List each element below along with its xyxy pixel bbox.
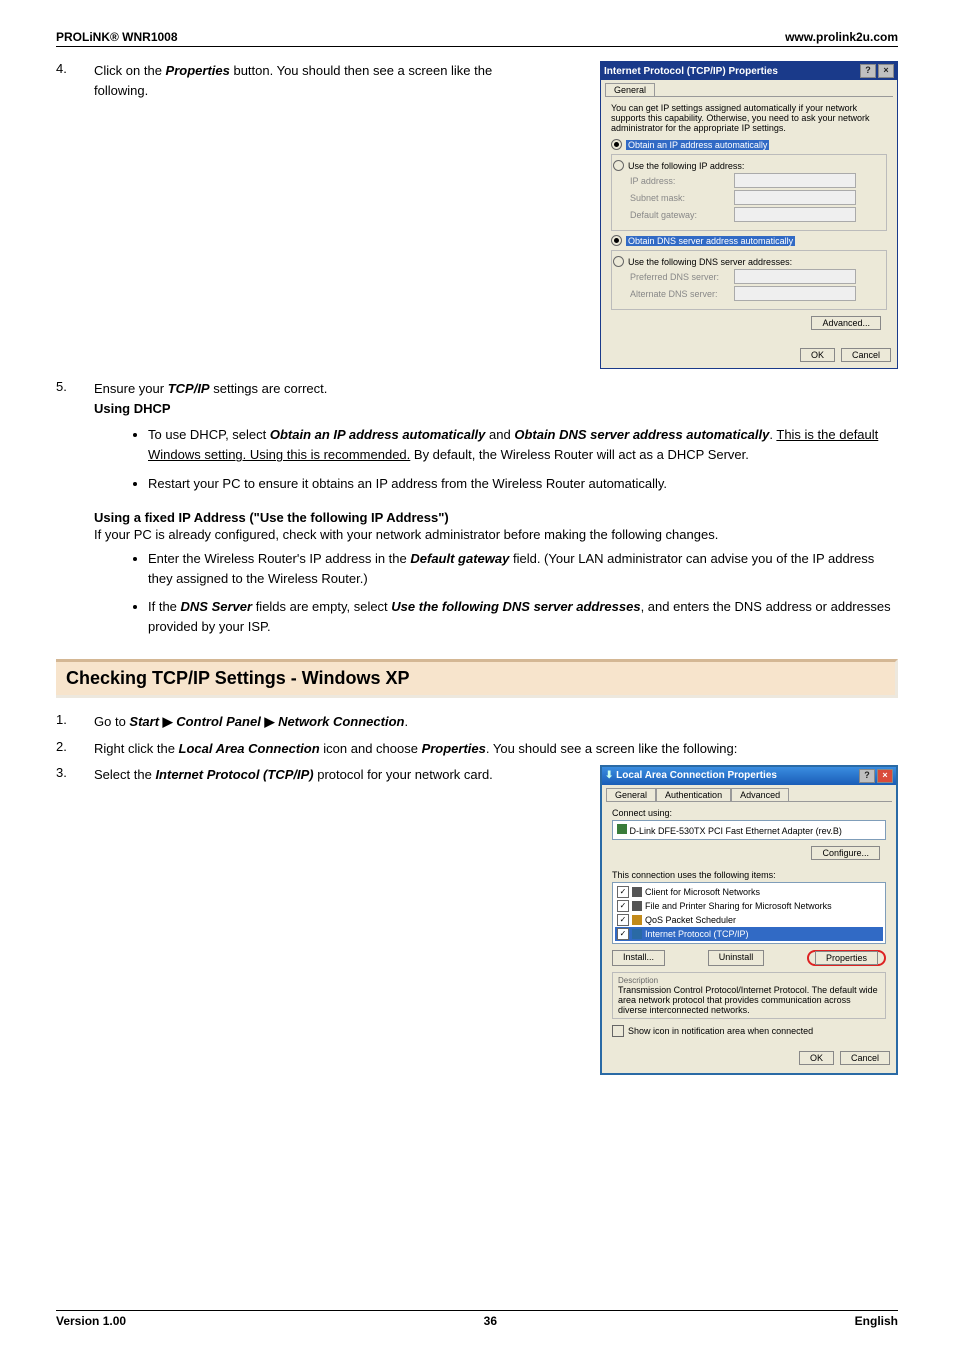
advanced-button[interactable]: Advanced... xyxy=(811,316,881,330)
ok-button[interactable]: OK xyxy=(800,348,835,362)
fps-icon xyxy=(632,901,642,911)
description-label: Description xyxy=(618,976,880,985)
radio-use-following-ip[interactable] xyxy=(613,160,624,171)
section-heading: Checking TCP/IP Settings - Windows XP xyxy=(56,659,898,698)
using-dhcp-heading: Using DHCP xyxy=(94,401,171,416)
dialog2-title: Local Area Connection Properties xyxy=(616,770,777,781)
radio-obtain-ip-auto[interactable] xyxy=(611,139,622,150)
arrow-icon: ▶ xyxy=(264,714,274,729)
step-4-num: 4. xyxy=(56,61,94,101)
xp-step-1: 1. Go to Start ▶ Control Panel ▶ Network… xyxy=(56,712,898,732)
xp-step-3: 3. Select the Internet Protocol (TCP/IP)… xyxy=(56,765,590,785)
footer-right: English xyxy=(855,1314,898,1328)
help-button[interactable]: ? xyxy=(860,64,876,78)
connect-using-label: Connect using: xyxy=(612,808,886,818)
install-button[interactable]: Install... xyxy=(612,950,665,966)
dialog2-titlebar: ⬇ Local Area Connection Properties ? × xyxy=(602,767,896,785)
dialog1-title: Internet Protocol (TCP/IP) Properties xyxy=(604,66,778,77)
step-5: 5. Ensure your TCP/IP settings are corre… xyxy=(56,379,898,419)
default-gateway-input[interactable] xyxy=(734,207,856,222)
alternate-dns-label: Alternate DNS server: xyxy=(630,289,730,299)
dialog1-intro: You can get IP settings assigned automat… xyxy=(611,103,887,133)
using-fixed-heading: Using a fixed IP Address ("Use the follo… xyxy=(94,510,449,525)
properties-button[interactable]: Properties xyxy=(815,951,878,965)
adapter-name: D-Link DFE-530TX PCI Fast Ethernet Adapt… xyxy=(630,826,842,836)
cancel-button[interactable]: Cancel xyxy=(841,348,891,362)
configure-button[interactable]: Configure... xyxy=(811,846,880,860)
radio-obtain-dns-auto-label: Obtain DNS server address automatically xyxy=(626,236,795,246)
subnet-mask-input[interactable] xyxy=(734,190,856,205)
client-icon xyxy=(632,887,642,897)
radio-obtain-ip-auto-label: Obtain an IP address automatically xyxy=(626,140,769,150)
fixed-intro: If your PC is already configured, check … xyxy=(94,527,718,542)
radio-use-following-dns-label: Use the following DNS server addresses: xyxy=(628,257,792,267)
tab-general[interactable]: General xyxy=(605,83,655,96)
preferred-dns-input[interactable] xyxy=(734,269,856,284)
fixed-bullets: Enter the Wireless Router's IP address i… xyxy=(118,549,898,638)
preferred-dns-label: Preferred DNS server: xyxy=(630,272,730,282)
ok-button[interactable]: OK xyxy=(799,1051,834,1065)
qos-icon xyxy=(632,915,642,925)
header-left: PROLiNK® WNR1008 xyxy=(56,30,178,44)
nic-icon xyxy=(617,824,627,834)
cancel-button[interactable]: Cancel xyxy=(840,1051,890,1065)
step-5-num: 5. xyxy=(56,379,94,419)
uninstall-button[interactable]: Uninstall xyxy=(708,950,765,966)
items-listbox[interactable]: ✓Client for Microsoft Networks ✓File and… xyxy=(612,882,886,944)
connection-icon: ⬇ xyxy=(605,770,613,781)
xp-step-2: 2. Right click the Local Area Connection… xyxy=(56,739,898,759)
page-header: PROLiNK® WNR1008 www.prolink2u.com xyxy=(56,30,898,47)
footer-center: 36 xyxy=(484,1314,497,1328)
tab-general[interactable]: General xyxy=(606,788,656,801)
properties-highlight: Properties xyxy=(807,950,886,966)
ip-address-input[interactable] xyxy=(734,173,856,188)
step-4: 4. Click on the Properties button. You s… xyxy=(56,61,590,101)
footer-left: Version 1.00 xyxy=(56,1314,126,1328)
header-right: www.prolink2u.com xyxy=(785,30,898,44)
radio-use-following-dns[interactable] xyxy=(613,256,624,267)
close-button[interactable]: × xyxy=(878,64,894,78)
default-gateway-label: Default gateway: xyxy=(630,210,730,220)
checkbox[interactable]: ✓ xyxy=(617,928,629,940)
checkbox[interactable]: ✓ xyxy=(617,886,629,898)
radio-use-following-ip-label: Use the following IP address: xyxy=(628,161,744,171)
lac-properties-dialog: ⬇ Local Area Connection Properties ? × G… xyxy=(600,765,898,1075)
tab-authentication[interactable]: Authentication xyxy=(656,788,731,801)
list-item: Enter the Wireless Router's IP address i… xyxy=(148,549,898,589)
checkbox[interactable]: ✓ xyxy=(617,914,629,926)
tcpip-icon xyxy=(632,929,642,939)
close-button[interactable]: × xyxy=(877,769,893,783)
ip-address-label: IP address: xyxy=(630,176,730,186)
help-button[interactable]: ? xyxy=(859,769,875,783)
tab-advanced[interactable]: Advanced xyxy=(731,788,789,801)
subnet-mask-label: Subnet mask: xyxy=(630,193,730,203)
checkbox[interactable]: ✓ xyxy=(617,900,629,912)
uses-label: This connection uses the following items… xyxy=(612,870,886,880)
description-text: Transmission Control Protocol/Internet P… xyxy=(618,985,880,1015)
show-icon-checkbox[interactable] xyxy=(612,1025,624,1037)
list-item: Restart your PC to ensure it obtains an … xyxy=(148,474,898,494)
list-item: If the DNS Server fields are empty, sele… xyxy=(148,597,898,637)
dhcp-bullets: To use DHCP, select Obtain an IP address… xyxy=(118,425,898,493)
radio-obtain-dns-auto[interactable] xyxy=(611,235,622,246)
dialog1-titlebar: Internet Protocol (TCP/IP) Properties ? … xyxy=(601,62,897,80)
show-icon-label: Show icon in notification area when conn… xyxy=(628,1026,813,1036)
page-footer: Version 1.00 36 English xyxy=(56,1310,898,1328)
list-item: To use DHCP, select Obtain an IP address… xyxy=(148,425,898,465)
tcpip-properties-dialog: Internet Protocol (TCP/IP) Properties ? … xyxy=(600,61,898,369)
alternate-dns-input[interactable] xyxy=(734,286,856,301)
arrow-icon: ▶ xyxy=(163,714,173,729)
